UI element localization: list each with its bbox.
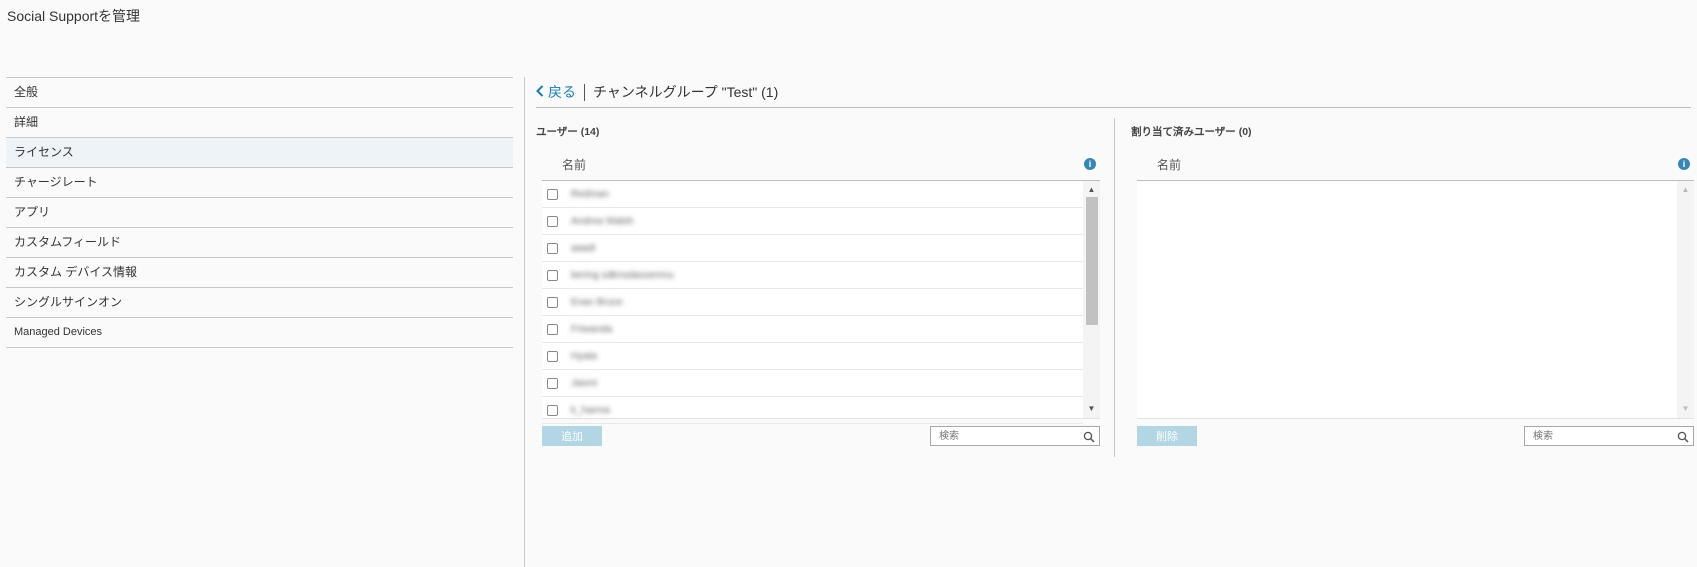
chevron-left-icon xyxy=(536,84,544,100)
sidebar-item-charge-rate[interactable]: チャージレート xyxy=(6,168,513,198)
user-checkbox[interactable] xyxy=(547,350,558,362)
sidebar-item-custom-device-info[interactable]: カスタム デバイス情報 xyxy=(6,258,513,288)
scroll-up-arrow-icon[interactable]: ▲ xyxy=(1677,183,1694,197)
users-footer: 追加 xyxy=(542,419,1100,453)
info-icon[interactable]: i xyxy=(1678,158,1690,170)
user-name: Redman xyxy=(571,188,609,200)
assigned-list-header: 名前 i xyxy=(1137,148,1694,181)
sidebar-divider xyxy=(524,77,525,567)
user-row[interactable]: aaadi xyxy=(542,235,1083,262)
sidebar-item-apps[interactable]: アプリ xyxy=(6,198,513,228)
name-column-header[interactable]: 名前 xyxy=(542,156,586,173)
user-checkbox[interactable] xyxy=(547,188,558,200)
user-checkbox[interactable] xyxy=(547,242,558,254)
user-row[interactable]: k_harma xyxy=(542,397,1083,424)
users-search xyxy=(930,426,1100,446)
header-divider xyxy=(584,83,585,101)
user-name: Andrea Walsh xyxy=(571,215,634,227)
user-row[interactable]: Andrea Walsh xyxy=(542,208,1083,235)
user-checkbox[interactable] xyxy=(547,377,558,389)
user-checkbox[interactable] xyxy=(547,404,558,416)
user-name: Jasmi xyxy=(571,377,598,389)
assigned-panel-title: 割り当て済みユーザー (0) xyxy=(1131,126,1252,138)
search-icon[interactable] xyxy=(1083,430,1095,443)
user-name: aaadi xyxy=(571,242,596,254)
delete-button[interactable]: 削除 xyxy=(1137,426,1197,446)
user-checkbox[interactable] xyxy=(547,323,558,335)
user-row[interactable]: Redman xyxy=(542,181,1083,208)
users-list-header: 名前 i xyxy=(542,148,1100,181)
users-scrollbar[interactable]: ▲ ▼ xyxy=(1083,181,1100,418)
sidebar-item-single-sign-on[interactable]: シングルサインオン xyxy=(6,288,513,318)
page-title: Social Supportを管理 xyxy=(7,8,141,24)
user-name: Hyata xyxy=(571,350,598,362)
sidebar-nav: 全般 詳細 ライセンス チャージレート アプリ カスタムフィールド カスタム デ… xyxy=(6,77,513,348)
user-name: bering sdknsdassemnu xyxy=(571,269,674,281)
search-icon[interactable] xyxy=(1677,430,1689,443)
sidebar-item-managed-devices[interactable]: Managed Devices xyxy=(6,318,513,348)
name-column-header[interactable]: 名前 xyxy=(1137,156,1181,173)
user-name: Friwanda xyxy=(571,323,613,335)
user-row[interactable]: Jasmi xyxy=(542,370,1083,397)
sidebar-item-details[interactable]: 詳細 xyxy=(6,108,513,138)
content-header: 戻る チャンネルグループ "Test" (1) xyxy=(536,77,1691,108)
back-link[interactable]: 戻る xyxy=(536,82,576,102)
assigned-scrollbar[interactable]: ▲ ▼ xyxy=(1677,181,1694,418)
add-button[interactable]: 追加 xyxy=(542,426,602,446)
users-list: Redman Andrea Walsh aaadi bering sdknsdasse… xyxy=(542,181,1100,424)
user-row[interactable]: Hyata xyxy=(542,343,1083,370)
users-rows: Redman Andrea Walsh aaadi bering sdknsdasse… xyxy=(542,181,1083,424)
sidebar-item-custom-fields[interactable]: カスタムフィールド xyxy=(6,228,513,258)
user-checkbox[interactable] xyxy=(547,215,558,227)
info-icon[interactable]: i xyxy=(1084,158,1096,170)
user-name: Evan Bruce xyxy=(571,296,623,308)
panel-divider xyxy=(1114,118,1115,457)
user-row[interactable]: Evan Bruce xyxy=(542,289,1083,316)
user-name: k_harma xyxy=(571,404,610,416)
assigned-users-panel: 割り当て済みユーザー (0) 名前 i ▲ ▼ 削除 xyxy=(1131,118,1694,453)
users-panel: ユーザー (14) 名前 i Redman Andrea Walsh aaadi be… xyxy=(536,118,1100,453)
sidebar-item-license[interactable]: ライセンス xyxy=(6,138,513,168)
scroll-thumb[interactable] xyxy=(1086,197,1098,325)
channel-group-title: チャンネルグループ "Test" (1) xyxy=(593,84,779,100)
user-checkbox[interactable] xyxy=(547,296,558,308)
user-row[interactable]: Friwanda xyxy=(542,316,1083,343)
assigned-footer: 削除 xyxy=(1137,419,1694,453)
users-panel-title: ユーザー (14) xyxy=(536,126,600,138)
user-row[interactable]: bering sdknsdassemnu xyxy=(542,262,1083,289)
user-checkbox[interactable] xyxy=(547,269,558,281)
scroll-down-arrow-icon[interactable]: ▼ xyxy=(1083,402,1100,416)
users-search-input[interactable] xyxy=(931,427,1081,445)
assigned-search-input[interactable] xyxy=(1525,427,1675,445)
scroll-down-arrow-icon[interactable]: ▼ xyxy=(1677,402,1694,416)
back-label: 戻る xyxy=(548,84,576,100)
assigned-search xyxy=(1524,426,1694,446)
assigned-users-list: ▲ ▼ xyxy=(1137,181,1694,419)
scroll-up-arrow-icon[interactable]: ▲ xyxy=(1083,183,1100,197)
sidebar-item-general[interactable]: 全般 xyxy=(6,78,513,108)
